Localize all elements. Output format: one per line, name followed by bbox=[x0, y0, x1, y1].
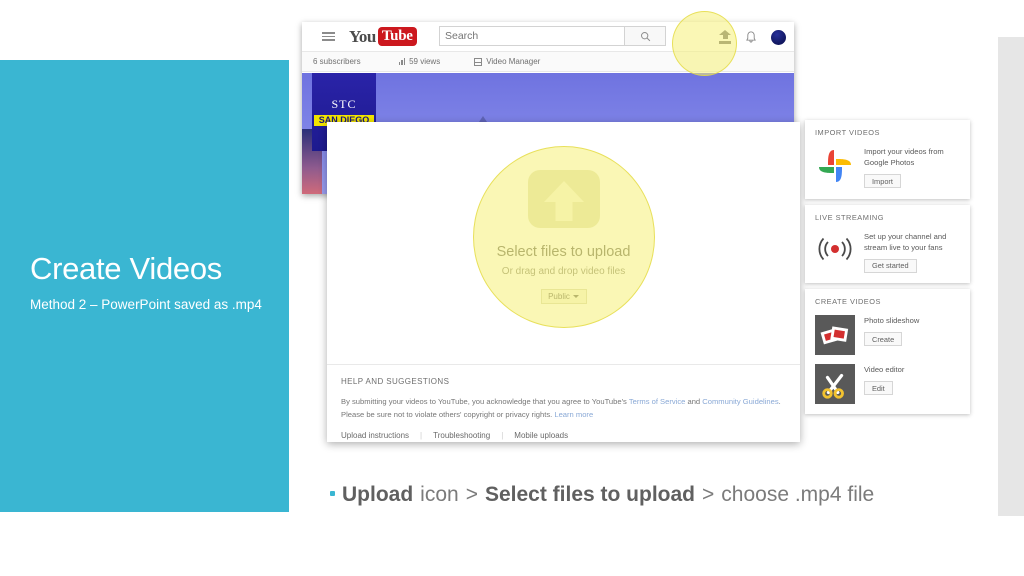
photo-slideshow-body: Photo slideshow Create bbox=[864, 315, 919, 347]
upload-icon[interactable] bbox=[719, 29, 731, 44]
caption-separator-1: > bbox=[465, 483, 478, 506]
create-videos-heading: CREATE VIDEOS bbox=[815, 297, 881, 306]
upload-arrow-icon[interactable] bbox=[527, 170, 600, 228]
upload-dialog: Select files to upload Or drag and drop … bbox=[327, 122, 800, 442]
view-count: 59 views bbox=[398, 57, 441, 66]
hamburger-icon[interactable] bbox=[322, 32, 335, 41]
masthead-icon-group bbox=[719, 22, 786, 52]
instruction-caption: Upload icon > Select files to upload > c… bbox=[330, 483, 874, 507]
upload-sidebar: IMPORT VIDEOS Import your videos from Go… bbox=[805, 120, 970, 420]
import-button[interactable]: Import bbox=[864, 174, 901, 188]
caption-upload-bold: Upload bbox=[342, 483, 414, 506]
live-streaming-row: Set up your channel and stream live to y… bbox=[815, 231, 960, 274]
help-heading: HELP AND SUGGESTIONS bbox=[341, 377, 450, 386]
caption-choose-file: choose .mp4 file bbox=[721, 483, 875, 506]
privacy-value: Public bbox=[548, 292, 570, 301]
live-streaming-heading: LIVE STREAMING bbox=[815, 212, 885, 222]
video-editor-row: Video editor Edit bbox=[815, 364, 960, 404]
search-button[interactable] bbox=[625, 26, 666, 46]
video-editor-label: Video editor bbox=[864, 365, 905, 374]
google-photos-icon bbox=[815, 146, 855, 186]
youtube-logo[interactable]: You Tube bbox=[349, 27, 417, 47]
help-and-suggestions: HELP AND SUGGESTIONS By submitting your … bbox=[327, 365, 800, 440]
video-editor-body: Video editor Edit bbox=[864, 364, 904, 396]
search-bar[interactable] bbox=[439, 26, 666, 46]
import-videos-body: Import your videos from Google Photos Im… bbox=[864, 146, 960, 189]
help-line1-a: By submitting your videos to YouTube, yo… bbox=[341, 397, 629, 406]
learn-more-link[interactable]: Learn more bbox=[554, 410, 593, 419]
video-manager-label: Video Manager bbox=[486, 57, 541, 66]
photo-slideshow-row: Photo slideshow Create bbox=[815, 315, 960, 355]
badge-line-1: STC bbox=[331, 97, 357, 111]
logo-you-text: You bbox=[349, 26, 376, 46]
dropzone-title[interactable]: Select files to upload bbox=[327, 244, 800, 260]
subscriber-count: 6 subscribers bbox=[313, 57, 361, 66]
terms-of-service-link[interactable]: Terms of Service bbox=[629, 397, 686, 406]
create-videos-card: CREATE VIDEOS Photo slideshow Create Vid… bbox=[805, 289, 970, 414]
grid-icon bbox=[474, 57, 483, 66]
import-videos-card: IMPORT VIDEOS Import your videos from Go… bbox=[805, 120, 970, 199]
import-videos-description: Import your videos from Google Photos bbox=[864, 147, 944, 167]
live-streaming-description: Set up your channel and stream live to y… bbox=[864, 231, 947, 252]
video-editor-scissors-icon bbox=[815, 364, 855, 404]
photo-slideshow-label: Photo slideshow bbox=[864, 316, 920, 325]
dropzone-content: Select files to upload Or drag and drop … bbox=[327, 170, 800, 304]
search-icon bbox=[640, 31, 650, 41]
caption-separator-2: > bbox=[702, 483, 715, 506]
create-button[interactable]: Create bbox=[864, 332, 903, 346]
caption-icon-word: icon bbox=[420, 483, 459, 506]
help-line1-c: . bbox=[778, 397, 781, 406]
live-streaming-body: Set up your channel and stream live to y… bbox=[864, 231, 960, 274]
photo-slideshow-icon bbox=[815, 315, 855, 355]
link-separator-2: | bbox=[501, 430, 504, 440]
caption-select-files-bold: Select files to upload bbox=[484, 483, 696, 506]
help-link-row: Upload instructions | Troubleshooting | … bbox=[341, 431, 786, 440]
upload-dropzone[interactable]: Select files to upload Or drag and drop … bbox=[327, 122, 800, 365]
import-videos-heading: IMPORT VIDEOS bbox=[815, 128, 880, 137]
live-streaming-card: LIVE STREAMING Set up your channel and s… bbox=[805, 204, 970, 283]
upload-instructions-link[interactable]: Upload instructions bbox=[341, 431, 409, 440]
mobile-uploads-link[interactable]: Mobile uploads bbox=[514, 431, 568, 440]
get-started-button[interactable]: Get started bbox=[864, 258, 917, 273]
analytics-bars-icon bbox=[398, 58, 406, 65]
dropzone-subtitle: Or drag and drop video files bbox=[501, 266, 626, 277]
video-manager-link[interactable]: Video Manager bbox=[474, 57, 540, 66]
subscriber-count-label: 6 subscribers bbox=[313, 57, 361, 66]
help-line1-b: and bbox=[685, 397, 703, 406]
page-title: Create Videos bbox=[30, 251, 222, 286]
import-videos-row: Import your videos from Google Photos Im… bbox=[815, 146, 960, 189]
bell-icon[interactable] bbox=[745, 30, 757, 44]
live-broadcast-icon bbox=[815, 231, 855, 267]
page-subtitle: Method 2 – PowerPoint saved as .mp4 bbox=[30, 297, 262, 312]
youtube-masthead: You Tube bbox=[302, 22, 794, 52]
right-edge-strip bbox=[998, 37, 1024, 516]
community-guidelines-link[interactable]: Community Guidelines bbox=[702, 397, 778, 406]
view-count-label: 59 views bbox=[409, 57, 441, 66]
channel-subnav: 6 subscribers 59 views Video Manager bbox=[302, 52, 794, 72]
slide-canvas: Create Videos Method 2 – PowerPoint save… bbox=[0, 0, 1024, 576]
link-separator-1: | bbox=[420, 430, 423, 440]
troubleshooting-link[interactable]: Troubleshooting bbox=[433, 431, 490, 440]
bullet-icon bbox=[330, 491, 335, 496]
chevron-down-icon bbox=[572, 295, 579, 298]
avatar[interactable] bbox=[771, 29, 786, 45]
help-text: By submitting your videos to YouTube, yo… bbox=[341, 395, 786, 422]
edit-button[interactable]: Edit bbox=[864, 381, 893, 395]
search-input[interactable] bbox=[439, 26, 625, 46]
privacy-dropdown[interactable]: Public bbox=[540, 289, 587, 304]
help-line2-a: Please be sure not to violate others' co… bbox=[341, 410, 555, 420]
logo-tube-text: Tube bbox=[377, 27, 417, 46]
